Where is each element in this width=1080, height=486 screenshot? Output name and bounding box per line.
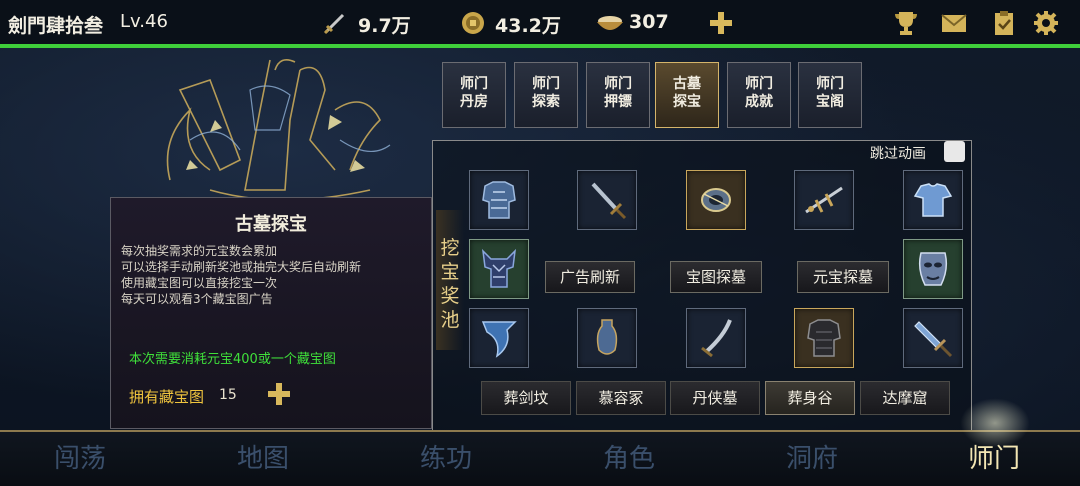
prize-slot-highlighted[interactable] <box>794 308 854 368</box>
status-bar-line <box>0 44 1080 48</box>
tomb-burial-valley-button[interactable]: 葬身谷 <box>765 381 855 415</box>
info-line: 使用藏宝图可以直接挖宝一次 <box>121 276 278 290</box>
add-treasure-map-plus-icon[interactable] <box>267 382 291 406</box>
tab-label: 师门 <box>460 76 488 92</box>
tab-label: 押镖 <box>604 94 632 110</box>
dark-armor-icon <box>807 319 841 357</box>
prize-slot[interactable] <box>686 308 746 368</box>
prize-pool-label: 挖宝奖池 <box>440 237 460 331</box>
player-name: 劍門肆拾叁 <box>8 15 104 37</box>
tab-label: 丹房 <box>460 94 488 110</box>
tab-label: 师门 <box>532 76 560 92</box>
cost-text: 本次需要消耗元宝400或一个藏宝图 <box>129 352 336 367</box>
skip-animation-checkbox[interactable] <box>944 141 965 162</box>
prize-slot-highlighted[interactable] <box>469 239 529 299</box>
nav-training[interactable]: 练功 <box>420 438 472 475</box>
gold-value: 43.2万 <box>495 15 561 37</box>
tab-label: 师门 <box>604 76 632 92</box>
power-value: 9.7万 <box>358 15 411 37</box>
tab-label: 古墓 <box>673 76 701 92</box>
settings-gear-icon[interactable] <box>1032 10 1060 36</box>
prize-slot[interactable] <box>903 170 963 230</box>
tab-sect-achievement[interactable]: 师门 成就 <box>727 62 791 128</box>
coin-icon <box>462 12 484 34</box>
tab-sect-escort[interactable]: 师门 押镖 <box>586 62 650 128</box>
tab-label: 宝阁 <box>816 94 844 110</box>
scarf-icon <box>481 321 517 358</box>
saber-icon <box>701 319 732 358</box>
mail-icon[interactable] <box>940 10 968 36</box>
skip-animation-label: 跳过动画 <box>870 146 926 162</box>
vase-icon <box>596 319 618 355</box>
ornate-sword-icon <box>805 186 843 214</box>
dagger-icon <box>914 321 953 358</box>
info-line: 每次抽奖需求的元宝数会累加 <box>121 244 278 258</box>
prize-slot[interactable] <box>469 308 529 368</box>
info-line: 每天可以观看3个藏宝图广告 <box>121 292 273 306</box>
tab-label: 成就 <box>745 94 773 110</box>
info-panel: 古墓探宝 每次抽奖需求的元宝数会累加 可以选择手动刷新奖池或抽完大奖后自动刷新 … <box>110 197 432 429</box>
tab-label: 探宝 <box>673 94 701 110</box>
bottom-nav <box>0 432 1080 486</box>
tab-label: 探索 <box>532 94 560 110</box>
tomb-murong-button[interactable]: 慕容冢 <box>576 381 666 415</box>
prize-slot[interactable] <box>577 308 637 368</box>
tab-label: 师门 <box>745 76 773 92</box>
nav-map[interactable]: 地图 <box>237 438 289 475</box>
tab-sect-explore[interactable]: 师门 探索 <box>514 62 578 128</box>
food-value: 307 <box>629 11 669 33</box>
armor-icon <box>482 181 516 219</box>
trophy-icon[interactable] <box>892 10 920 36</box>
info-line: 可以选择手动刷新奖池或抽完大奖后自动刷新 <box>121 260 362 274</box>
tab-sect-treasury[interactable]: 师门 宝阁 <box>798 62 862 128</box>
task-clipboard-icon[interactable] <box>990 10 1018 36</box>
nav-cave[interactable]: 洞府 <box>786 438 838 475</box>
tomb-dharma-cave-button[interactable]: 达摩窟 <box>860 381 950 415</box>
nav-character[interactable]: 角色 <box>603 438 655 475</box>
tab-tomb-treasure[interactable]: 古墓 探宝 <box>655 62 719 128</box>
sword-icon <box>591 182 627 220</box>
robe-icon <box>913 183 953 217</box>
tomb-danxia-button[interactable]: 丹侠墓 <box>670 381 760 415</box>
sword-power-icon <box>323 13 345 35</box>
prize-slot[interactable] <box>469 170 529 230</box>
prize-slot-highlighted[interactable] <box>903 239 963 299</box>
bracer-icon <box>701 188 731 212</box>
mask-icon <box>918 252 948 286</box>
player-level: Lv.46 <box>120 11 168 32</box>
prize-slot[interactable] <box>903 308 963 368</box>
tomb-sword-grave-button[interactable]: 葬剑坟 <box>481 381 571 415</box>
prize-slot[interactable] <box>794 170 854 230</box>
tab-sect-alchemy[interactable]: 师门 丹房 <box>442 62 506 128</box>
tab-label: 师门 <box>816 76 844 92</box>
ad-refresh-button[interactable]: 广告刷新 <box>545 261 635 293</box>
treasure-map-count: 15 <box>219 387 237 403</box>
add-resource-plus-icon[interactable] <box>708 10 734 36</box>
map-dig-button[interactable]: 宝图探墓 <box>670 261 762 293</box>
gold-dig-button[interactable]: 元宝探墓 <box>797 261 889 293</box>
dragon-armor-icon <box>481 248 517 288</box>
nav-sect[interactable]: 师门 <box>968 438 1020 475</box>
treasure-hunter-illustration <box>166 59 391 201</box>
treasure-map-owned-label: 拥有藏宝图 <box>129 388 205 406</box>
food-bowl-icon <box>597 16 623 30</box>
prize-slot-highlighted[interactable] <box>686 170 746 230</box>
info-title: 古墓探宝 <box>235 214 307 235</box>
nav-adventure[interactable]: 闯荡 <box>54 438 106 475</box>
prize-slot[interactable] <box>577 170 637 230</box>
